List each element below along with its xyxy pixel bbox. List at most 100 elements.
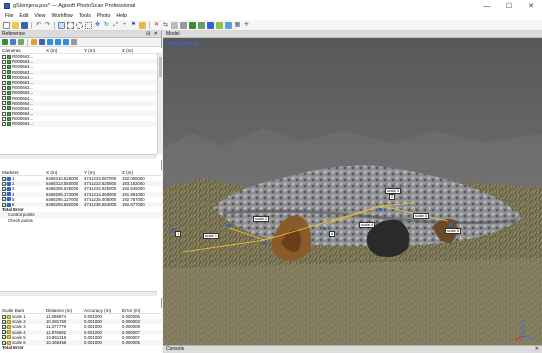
- crop-icon[interactable]: [139, 21, 146, 29]
- cameras-vscroll[interactable]: [157, 54, 162, 154]
- rotate-icon[interactable]: ↻: [103, 22, 110, 29]
- maximize-button[interactable]: ☐: [498, 0, 520, 12]
- marker-checkbox[interactable]: [2, 181, 6, 186]
- reset-view-icon[interactable]: ⇆: [162, 22, 169, 29]
- camera-checkbox[interactable]: [2, 85, 6, 90]
- menu-photo[interactable]: Photo: [94, 13, 114, 19]
- navigation-icon[interactable]: [58, 21, 65, 29]
- optimize-icon[interactable]: [31, 39, 37, 45]
- ruler-icon[interactable]: +: [121, 22, 128, 29]
- marker-checkbox[interactable]: [2, 192, 6, 197]
- scalebars-col-error[interactable]: Error (m): [122, 308, 156, 313]
- cameras-col-name[interactable]: Cameras: [0, 48, 46, 53]
- marker-checkbox[interactable]: [2, 186, 6, 191]
- marker-icon[interactable]: ⚑: [130, 22, 137, 29]
- view-source-icon[interactable]: [47, 39, 53, 45]
- dense-cloud-icon[interactable]: [180, 21, 187, 29]
- scalebar-checkbox[interactable]: [2, 324, 6, 329]
- cameras-col-x[interactable]: X (m): [46, 48, 84, 53]
- menu-view[interactable]: View: [31, 13, 48, 19]
- camera-checkbox[interactable]: [2, 90, 6, 95]
- panel-controls[interactable]: ⊟ ✕: [146, 31, 161, 37]
- camera-checkbox[interactable]: [2, 59, 6, 64]
- console-close-icon[interactable]: ✕: [535, 346, 542, 353]
- marker-checkbox[interactable]: [2, 197, 6, 202]
- markers-hscroll[interactable]: [0, 291, 157, 296]
- marker-label-1[interactable]: 1: [175, 231, 182, 238]
- camera-checkbox[interactable]: [2, 101, 6, 106]
- cameras-vscroll-thumb[interactable]: [159, 57, 162, 77]
- circle-select-icon[interactable]: [76, 21, 83, 29]
- close-button[interactable]: ✕: [520, 0, 542, 12]
- markers-col-y[interactable]: Y (m): [84, 170, 122, 175]
- scalebars-col-name[interactable]: Scale Bars: [0, 308, 46, 313]
- scale-icon[interactable]: ⤢: [112, 22, 119, 29]
- marker-checkbox[interactable]: [2, 202, 6, 207]
- redo-icon[interactable]: ↷: [44, 22, 51, 29]
- camera-checkbox[interactable]: [2, 54, 6, 59]
- scale-label-6[interactable]: scale 6: [413, 213, 430, 220]
- scalebars-col-distance[interactable]: Distance (m): [46, 308, 84, 313]
- scalebar-checkbox[interactable]: [2, 319, 6, 324]
- camera-checkbox[interactable]: [2, 122, 6, 127]
- camera-checkbox[interactable]: [2, 96, 6, 101]
- mesh-icon[interactable]: [189, 21, 196, 29]
- model-tab[interactable]: Model: [163, 31, 542, 38]
- markers-col-name[interactable]: Markers: [0, 170, 46, 175]
- scale-label-5[interactable]: scale 5: [445, 228, 462, 235]
- scalebar-checkbox[interactable]: [2, 314, 6, 319]
- camera-checkbox[interactable]: [2, 70, 6, 75]
- camera-checkbox[interactable]: [2, 116, 6, 121]
- markers-check-points[interactable]: Check points: [0, 218, 162, 223]
- menu-tools[interactable]: Tools: [76, 13, 94, 19]
- tiled-icon[interactable]: [207, 21, 214, 29]
- camera-checkbox[interactable]: [2, 80, 6, 85]
- camera-checkbox[interactable]: [2, 75, 6, 80]
- scalebar-checkbox[interactable]: [2, 335, 6, 340]
- camera-checkbox[interactable]: [2, 106, 6, 111]
- menu-help[interactable]: Help: [113, 13, 130, 19]
- camera-icon[interactable]: [225, 21, 232, 29]
- import-icon[interactable]: [2, 39, 8, 45]
- new-icon[interactable]: [3, 21, 10, 29]
- menu-file[interactable]: File: [2, 13, 16, 19]
- save-icon[interactable]: [21, 21, 28, 29]
- scale-label-4[interactable]: scale 4: [359, 222, 376, 229]
- view-estimated-icon[interactable]: [55, 39, 61, 45]
- convert-icon[interactable]: [18, 39, 24, 45]
- menu-edit[interactable]: Edit: [16, 13, 31, 19]
- grid-icon[interactable]: ▦: [234, 22, 241, 29]
- update-icon[interactable]: [39, 39, 45, 45]
- console-bar[interactable]: Console ✕: [163, 345, 542, 353]
- sun-icon[interactable]: ✳: [243, 22, 250, 29]
- delete-icon[interactable]: ✕: [153, 22, 160, 29]
- camera-row[interactable]: R000664...: [0, 121, 162, 127]
- scale-label-1[interactable]: scale 1: [203, 233, 220, 240]
- camera-checkbox[interactable]: [2, 64, 6, 69]
- markers-col-z[interactable]: Z (m): [122, 170, 156, 175]
- minimize-button[interactable]: —: [476, 0, 498, 12]
- marker-label-2[interactable]: 2: [389, 194, 396, 201]
- scale-label-2[interactable]: scale 2: [253, 216, 270, 223]
- settings-icon[interactable]: [71, 39, 77, 45]
- scalebar-checkbox[interactable]: [2, 330, 6, 335]
- model-viewport[interactable]: Perspective 30° 1 scale 1 scale 2 scale …: [163, 38, 542, 345]
- marker-label-4[interactable]: 4: [329, 231, 336, 238]
- cameras-col-z[interactable]: Z (m): [122, 48, 156, 53]
- marker-checkbox[interactable]: [2, 176, 6, 181]
- open-icon[interactable]: [12, 21, 19, 29]
- menu-workflow[interactable]: Workflow: [48, 13, 75, 19]
- free-select-icon[interactable]: [85, 21, 92, 29]
- export-icon[interactable]: [10, 39, 16, 45]
- move-icon[interactable]: ✥: [94, 22, 101, 29]
- texture-icon-2[interactable]: [216, 21, 223, 29]
- camera-checkbox[interactable]: [2, 111, 6, 116]
- cameras-hscroll[interactable]: [0, 154, 157, 159]
- view-errors-icon[interactable]: [63, 39, 69, 45]
- rect-select-icon[interactable]: [67, 21, 74, 29]
- scalebar-checkbox[interactable]: [2, 340, 6, 345]
- markers-col-x[interactable]: X (m): [46, 170, 84, 175]
- scalebars-col-accuracy[interactable]: Accuracy (m): [84, 308, 122, 313]
- point-cloud-icon[interactable]: [171, 21, 178, 29]
- model-scene[interactable]: [163, 38, 542, 345]
